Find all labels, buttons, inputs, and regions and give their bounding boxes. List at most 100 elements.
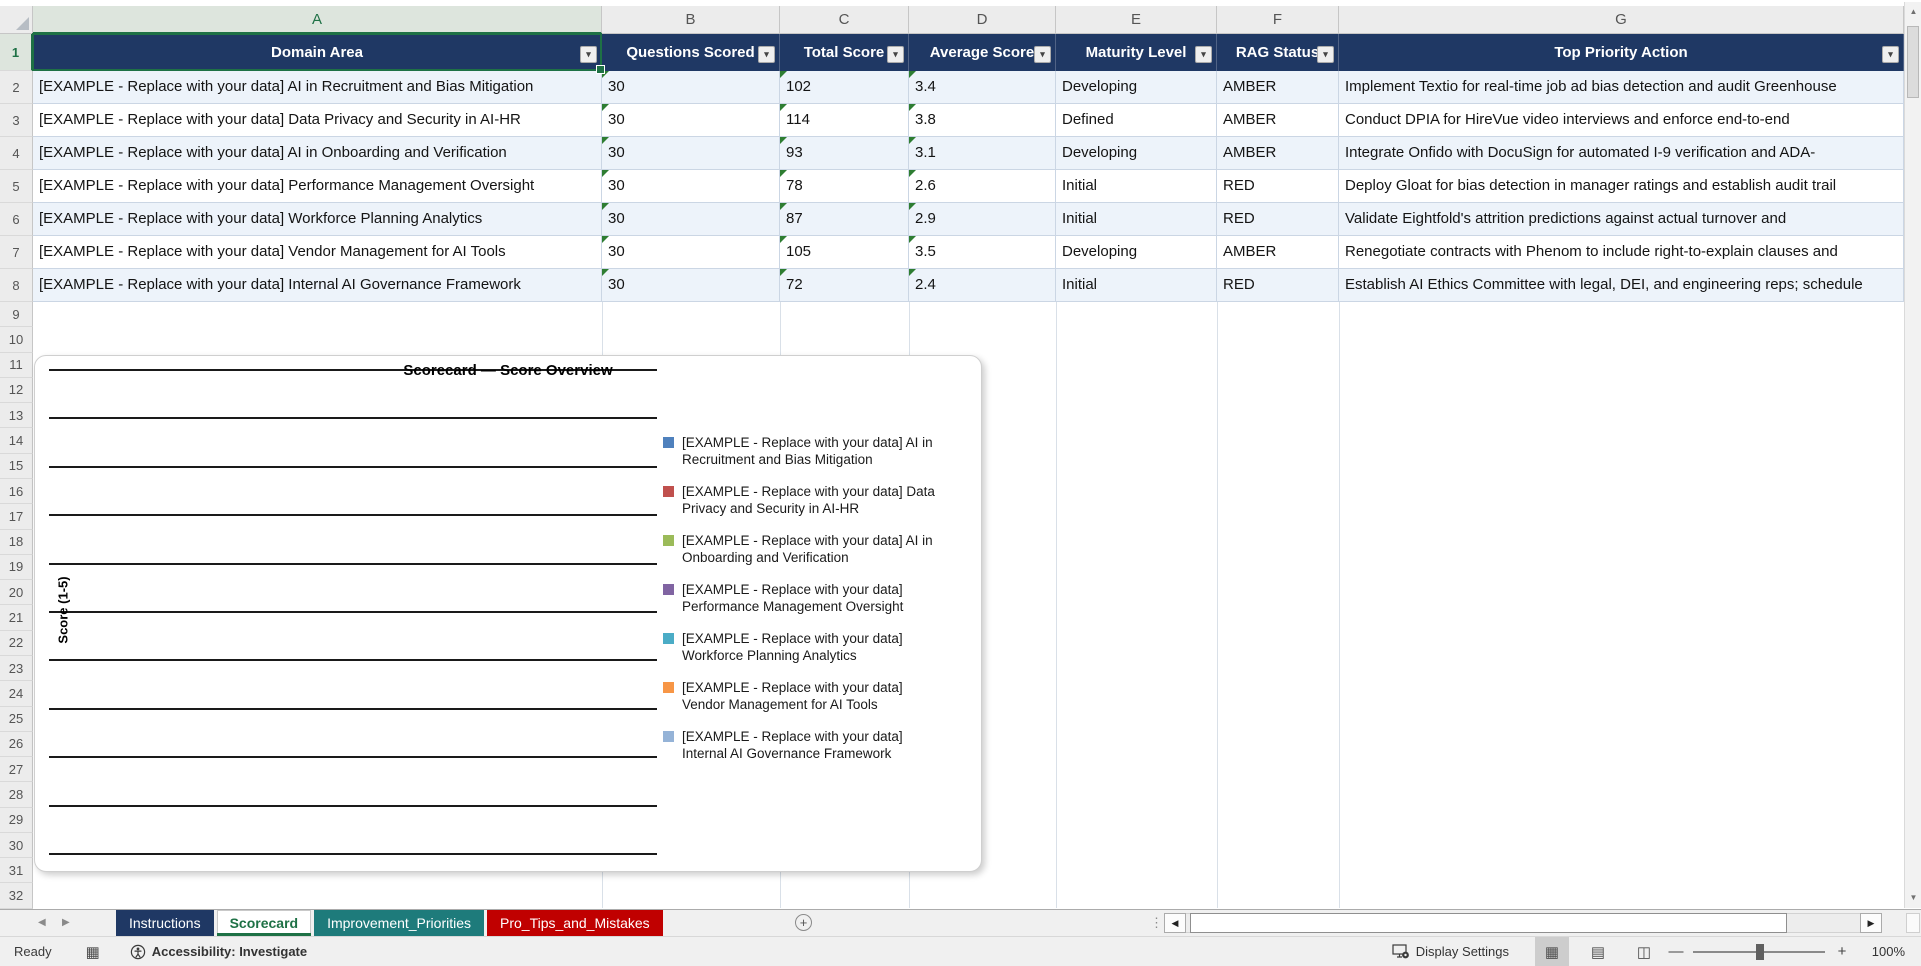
cell-total-score[interactable]: 87 — [780, 203, 909, 236]
row-header[interactable]: 3 — [0, 104, 33, 137]
row-header[interactable]: 24 — [0, 681, 33, 707]
header-domain-area[interactable]: Domain Area ▾ — [33, 34, 602, 71]
cell-average-score[interactable]: 2.4 — [909, 269, 1056, 302]
horizontal-scrollbar-thumb[interactable] — [1190, 913, 1787, 933]
tab-scroll-left-icon[interactable]: ◀ — [38, 910, 46, 936]
cell-questions-scored[interactable]: 30 — [602, 170, 780, 203]
cell-questions-scored[interactable]: 30 — [602, 71, 780, 104]
header-maturity-level[interactable]: Maturity Level ▾ — [1056, 34, 1217, 71]
row-header[interactable]: 28 — [0, 782, 33, 808]
zoom-out-button[interactable]: — — [1661, 943, 1691, 960]
view-page-break-button[interactable]: ◫ — [1627, 937, 1661, 966]
scroll-left-icon[interactable]: ◀ — [1164, 913, 1186, 933]
row-header[interactable]: 8 — [0, 269, 33, 302]
filter-dropdown-icon[interactable]: ▾ — [1882, 46, 1899, 63]
row-header[interactable]: 14 — [0, 428, 33, 454]
header-total-score[interactable]: Total Score ▾ — [780, 34, 909, 71]
row-header[interactable]: 7 — [0, 236, 33, 269]
view-page-layout-button[interactable]: ▤ — [1581, 937, 1615, 966]
row-header[interactable]: 18 — [0, 529, 33, 555]
header-top-priority-action[interactable]: Top Priority Action ▾ — [1339, 34, 1904, 71]
scroll-up-icon[interactable]: ▲ — [1905, 2, 1921, 22]
filter-dropdown-icon[interactable]: ▾ — [1034, 46, 1051, 63]
row-header[interactable]: 23 — [0, 655, 33, 682]
row-header[interactable]: 26 — [0, 731, 33, 758]
cell-maturity-level[interactable]: Initial — [1056, 203, 1217, 236]
cell-total-score[interactable]: 105 — [780, 236, 909, 269]
new-sheet-button[interactable]: + — [795, 914, 812, 931]
header-rag-status[interactable]: RAG Status ▾ — [1217, 34, 1339, 71]
macro-record-icon[interactable]: ▦ — [86, 943, 100, 961]
header-questions-scored[interactable]: Questions Scored ▾ — [602, 34, 780, 71]
cell-domain-area[interactable]: [EXAMPLE - Replace with your data] AI in… — [33, 137, 602, 170]
row-header[interactable]: 27 — [0, 757, 33, 783]
legend-item[interactable]: [EXAMPLE - Replace with your data] Inter… — [663, 728, 940, 762]
scroll-down-icon[interactable]: ▼ — [1905, 888, 1921, 908]
row-header[interactable]: 30 — [0, 832, 33, 859]
cell-top-priority-action[interactable]: Establish AI Ethics Committee with legal… — [1339, 269, 1904, 302]
sheet-tab[interactable]: Pro_Tips_and_Mistakes — [487, 910, 663, 936]
cell-average-score[interactable]: 2.9 — [909, 203, 1056, 236]
row-header[interactable]: 21 — [0, 605, 33, 631]
cell-maturity-level[interactable]: Initial — [1056, 269, 1217, 302]
cell-domain-area[interactable]: [EXAMPLE - Replace with your data] Inter… — [33, 269, 602, 302]
column-header-f[interactable]: F — [1217, 6, 1339, 34]
cell-domain-area[interactable]: [EXAMPLE - Replace with your data] Data … — [33, 104, 602, 137]
cell-questions-scored[interactable]: 30 — [602, 203, 780, 236]
cell-average-score[interactable]: 3.4 — [909, 71, 1056, 104]
row-header[interactable]: 17 — [0, 504, 33, 530]
cell-total-score[interactable]: 102 — [780, 71, 909, 104]
legend-item[interactable]: [EXAMPLE - Replace with your data] Workf… — [663, 630, 940, 664]
chart-title[interactable]: Scorecard — Score Overview — [35, 362, 981, 379]
cell-domain-area[interactable]: [EXAMPLE - Replace with your data] Workf… — [33, 203, 602, 236]
scrollbar-grip-icon[interactable]: ⋮ — [1150, 913, 1163, 933]
tab-scroll-right-icon[interactable]: ▶ — [62, 910, 70, 936]
cell-top-priority-action[interactable]: Deploy Gloat for bias detection in manag… — [1339, 170, 1904, 203]
row-header[interactable]: 31 — [0, 858, 33, 884]
chart-y-axis-label[interactable]: Score (1-5) — [56, 576, 71, 643]
filter-dropdown-icon[interactable]: ▾ — [1317, 46, 1334, 63]
cell-rag-status[interactable]: AMBER — [1217, 71, 1339, 104]
row-header-1[interactable]: 1 — [0, 34, 33, 71]
cell-total-score[interactable]: 72 — [780, 269, 909, 302]
legend-item[interactable]: [EXAMPLE - Replace with your data] AI in… — [663, 532, 940, 566]
cell-rag-status[interactable]: AMBER — [1217, 236, 1339, 269]
cell-domain-area[interactable]: [EXAMPLE - Replace with your data] Vendo… — [33, 236, 602, 269]
cell-maturity-level[interactable]: Developing — [1056, 137, 1217, 170]
legend-item[interactable]: [EXAMPLE - Replace with your data] Perfo… — [663, 581, 940, 615]
cell-domain-area[interactable]: [EXAMPLE - Replace with your data] AI in… — [33, 71, 602, 104]
cell-top-priority-action[interactable]: Validate Eightfold's attrition predictio… — [1339, 203, 1904, 236]
cell-questions-scored[interactable]: 30 — [602, 104, 780, 137]
row-header[interactable]: 22 — [0, 630, 33, 656]
row-header[interactable]: 13 — [0, 403, 33, 429]
cell-maturity-level[interactable]: Defined — [1056, 104, 1217, 137]
filter-dropdown-icon[interactable]: ▾ — [1195, 46, 1212, 63]
cell-top-priority-action[interactable]: Implement Textio for real-time job ad bi… — [1339, 71, 1904, 104]
row-header[interactable]: 15 — [0, 453, 33, 479]
vertical-scrollbar-thumb[interactable] — [1907, 26, 1919, 98]
select-all-corner[interactable] — [0, 6, 33, 34]
row-header[interactable]: 19 — [0, 554, 33, 581]
row-header[interactable]: 2 — [0, 71, 33, 104]
filter-dropdown-icon[interactable]: ▾ — [580, 46, 597, 63]
header-average-score[interactable]: Average Score ▾ — [909, 34, 1056, 71]
cell-maturity-level[interactable]: Developing — [1056, 236, 1217, 269]
chart-object[interactable]: Scorecard — Score Overview Score (1-5) [… — [34, 355, 982, 872]
cell-rag-status[interactable]: RED — [1217, 203, 1339, 236]
cell-questions-scored[interactable]: 30 — [602, 236, 780, 269]
legend-item[interactable]: [EXAMPLE - Replace with your data] AI in… — [663, 434, 940, 468]
cell-average-score[interactable]: 3.1 — [909, 137, 1056, 170]
row-header[interactable]: 11 — [0, 352, 33, 378]
sheet-tab[interactable]: Instructions — [116, 910, 214, 936]
row-header[interactable]: 12 — [0, 377, 33, 404]
legend-item[interactable]: [EXAMPLE - Replace with your data] Data … — [663, 483, 940, 517]
accessibility-status[interactable]: Accessibility: Investigate — [130, 944, 307, 960]
view-normal-button[interactable]: ▦ — [1535, 937, 1569, 966]
row-header[interactable]: 5 — [0, 170, 33, 203]
cell-questions-scored[interactable]: 30 — [602, 269, 780, 302]
row-header[interactable]: 9 — [0, 302, 33, 328]
column-header-d[interactable]: D — [909, 6, 1056, 34]
cell-average-score[interactable]: 3.5 — [909, 236, 1056, 269]
column-header-e[interactable]: E — [1056, 6, 1217, 34]
cell-top-priority-action[interactable]: Integrate Onfido with DocuSign for autom… — [1339, 137, 1904, 170]
